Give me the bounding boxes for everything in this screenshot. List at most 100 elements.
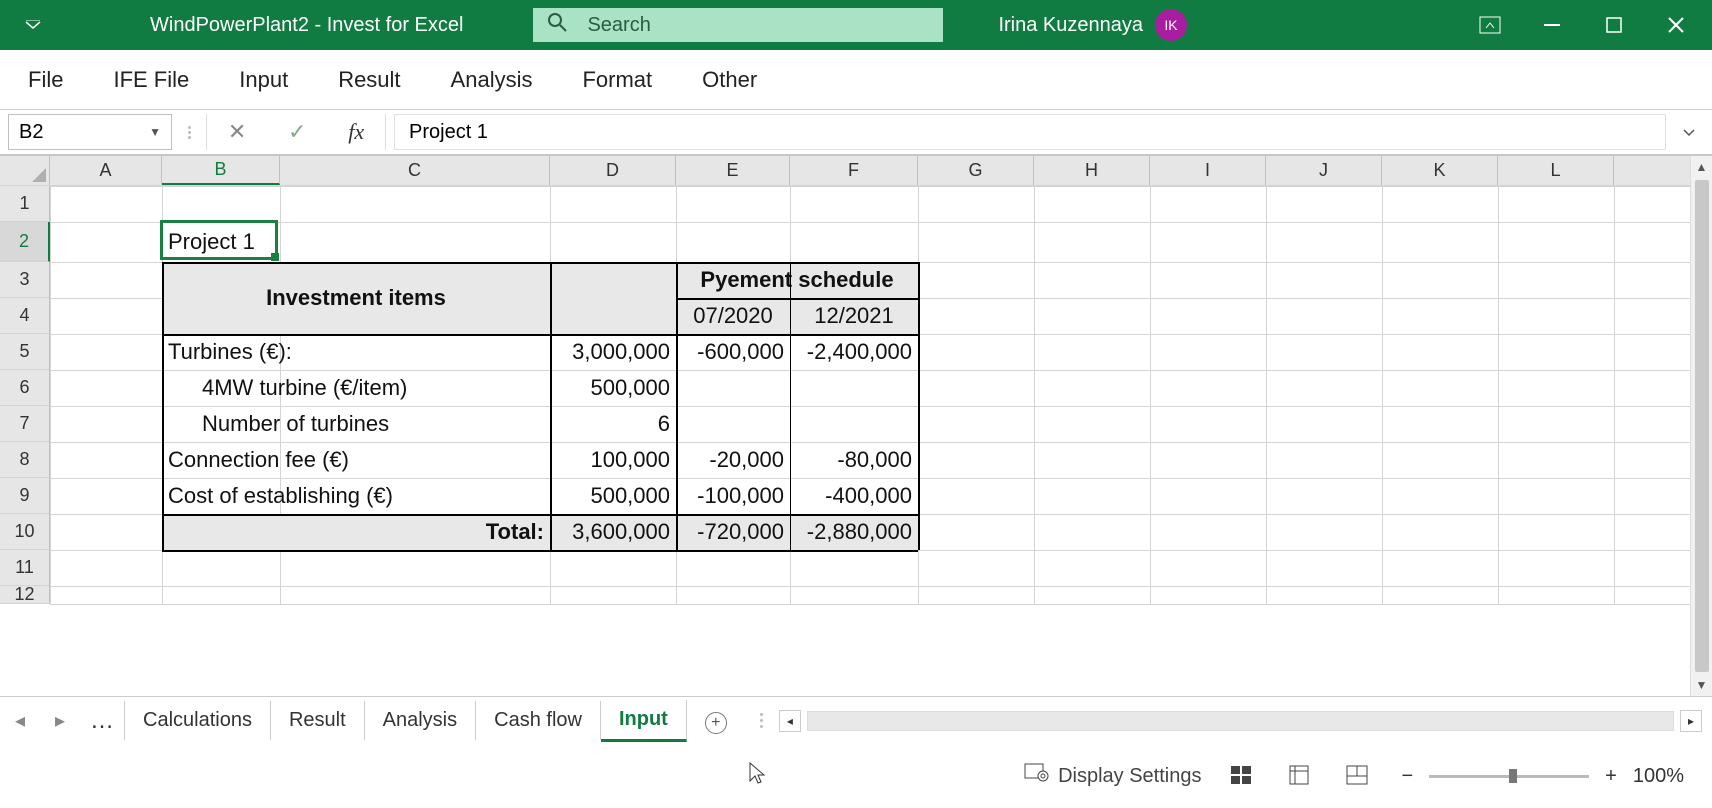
confirm-icon[interactable]: ✓ [288,119,306,145]
tab-overflow-icon[interactable]: … [80,707,124,735]
page-break-view-icon[interactable] [1345,764,1373,788]
row-header[interactable]: 9 [0,478,50,514]
ribbon-tab-file[interactable]: File [28,67,63,93]
fx-icon[interactable]: fx [348,119,364,145]
row-header[interactable]: 11 [0,550,50,586]
column-header[interactable]: D [550,156,676,185]
cell-F10[interactable]: -2,880,000 [790,514,918,550]
sheet-tab-input[interactable]: Input [601,700,687,742]
row-header[interactable]: 8 [0,442,50,478]
scroll-up-icon[interactable]: ▲ [1696,160,1708,174]
cell-C10[interactable]: Total: [280,514,550,550]
cell-B9[interactable]: Cost of establishing (€) [162,478,550,514]
vertical-scrollbar[interactable]: ▲ ▼ [1690,156,1712,696]
cell-B6[interactable]: 4MW turbine (€/item) [162,370,550,406]
cells-grid[interactable]: Project 1Investment items Pyement schedul… [50,186,1690,604]
cell-D6[interactable]: 500,000 [550,370,676,406]
minimize-icon[interactable] [1541,14,1563,36]
row-header[interactable]: 2 [0,222,50,262]
new-sheet-button[interactable]: + [687,707,745,734]
row-header[interactable]: 5 [0,334,50,370]
ribbon-tab-ifefile[interactable]: IFE File [113,67,189,93]
scroll-right-icon[interactable]: ▸ [1680,710,1702,732]
cell-B5[interactable]: Turbines (€): [162,334,550,370]
column-header[interactable]: F [790,156,918,185]
column-header[interactable]: E [676,156,790,185]
cell-E5[interactable]: -600,000 [676,334,790,370]
sheet-tab-result[interactable]: Result [271,701,365,740]
cell-E8[interactable]: -20,000 [676,442,790,478]
user-area[interactable]: Irina Kuzennaya IK [998,9,1187,41]
page-layout-view-icon[interactable] [1287,764,1315,788]
cell-D9[interactable]: 500,000 [550,478,676,514]
sheet-tab-calculations[interactable]: Calculations [124,701,271,740]
cell-E3[interactable]: Pyement schedule [676,262,918,298]
cell-B3[interactable]: Investment items [162,262,550,334]
cell-F5[interactable]: -2,400,000 [790,334,918,370]
ribbon-tab-analysis[interactable]: Analysis [451,67,533,93]
column-header[interactable]: C [280,156,550,185]
cell-B7[interactable]: Number of turbines [162,406,550,442]
ribbon-display-options-icon[interactable] [1479,14,1501,36]
cell-F4[interactable]: 12/2021 [790,298,918,334]
grip-icon[interactable] [755,713,769,728]
select-all-button[interactable] [0,156,50,185]
cell-B8[interactable]: Connection fee (€) [162,442,550,478]
cancel-icon[interactable]: ✕ [228,119,246,145]
row-header[interactable]: 6 [0,370,50,406]
chevron-down-icon[interactable]: ▼ [149,125,161,139]
tab-nav-left-icon[interactable]: ◂ [15,708,25,733]
cell-F9[interactable]: -400,000 [790,478,918,514]
zoom-in-button[interactable]: + [1605,765,1617,788]
zoom-level[interactable]: 100% [1633,765,1684,788]
column-header[interactable]: K [1382,156,1498,185]
formula-input[interactable]: Project 1 [394,114,1666,150]
normal-view-icon[interactable] [1229,764,1257,788]
horizontal-scrollbar[interactable]: ◂ ▸ [779,710,1712,732]
column-header[interactable]: G [918,156,1034,185]
row-header[interactable]: 4 [0,298,50,334]
sheet-tab-analysis[interactable]: Analysis [365,701,476,740]
scroll-thumb[interactable] [808,712,1673,730]
scroll-thumb[interactable] [1695,180,1709,672]
cell-B2[interactable]: Project 1 [162,222,280,262]
row-headers: 123456789101112 [0,186,50,604]
column-header[interactable]: L [1498,156,1614,185]
column-header[interactable]: A [50,156,162,185]
display-settings-button[interactable]: Display Settings [1024,763,1201,789]
scroll-down-icon[interactable]: ▼ [1696,678,1708,692]
cell-D5[interactable]: 3,000,000 [550,334,676,370]
zoom-out-button[interactable]: − [1401,765,1413,788]
column-header[interactable]: J [1266,156,1382,185]
scroll-left-icon[interactable]: ◂ [779,710,801,732]
grip-icon[interactable] [180,126,198,139]
maximize-icon[interactable] [1603,14,1625,36]
row-header[interactable]: 10 [0,514,50,550]
close-icon[interactable] [1665,14,1687,36]
ribbon-tab-format[interactable]: Format [582,67,652,93]
cell-E10[interactable]: -720,000 [676,514,790,550]
cell-E4[interactable]: 07/2020 [676,298,790,334]
name-box[interactable]: B2 ▼ [8,114,172,150]
cell-D10[interactable]: 3,600,000 [550,514,676,550]
tab-nav-right-icon[interactable]: ▸ [55,708,65,733]
row-header[interactable]: 12 [0,586,50,604]
ribbon-tab-result[interactable]: Result [338,67,400,93]
row-header[interactable]: 7 [0,406,50,442]
qat-dropdown[interactable] [0,14,65,36]
zoom-slider[interactable] [1429,775,1589,778]
column-header[interactable]: B [162,156,280,185]
ribbon-tab-input[interactable]: Input [239,67,288,93]
row-header[interactable]: 1 [0,186,50,222]
cell-D8[interactable]: 100,000 [550,442,676,478]
expand-formula-icon[interactable] [1674,125,1704,139]
cell-D7[interactable]: 6 [550,406,676,442]
cell-F8[interactable]: -80,000 [790,442,918,478]
column-header[interactable]: H [1034,156,1150,185]
column-header[interactable]: I [1150,156,1266,185]
row-header[interactable]: 3 [0,262,50,298]
sheet-tab-cashflow[interactable]: Cash flow [476,701,601,740]
search-box[interactable]: Search [533,8,943,42]
cell-E9[interactable]: -100,000 [676,478,790,514]
ribbon-tab-other[interactable]: Other [702,67,757,93]
